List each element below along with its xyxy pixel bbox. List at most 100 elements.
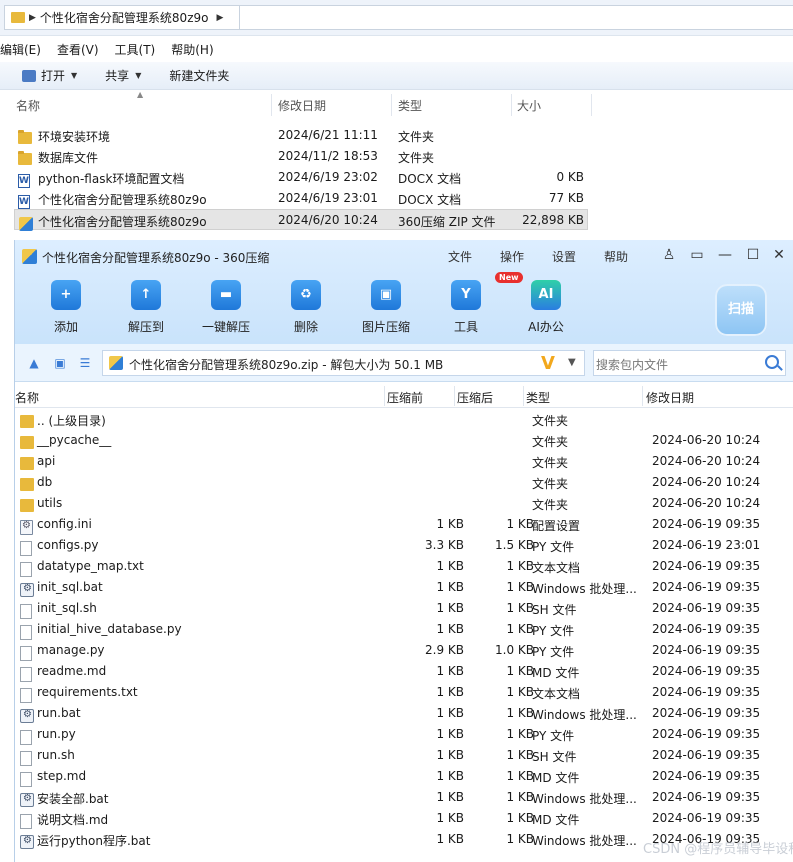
archive-row[interactable]: api 文件夹 2024-06-20 10:24	[15, 451, 793, 472]
archive-row[interactable]: utils 文件夹 2024-06-20 10:24	[15, 493, 793, 514]
thumbnail-view-icon[interactable]: ▣	[53, 356, 67, 370]
archive-row[interactable]: run.bat1 KB1 KBWindows 批处理...2024-06-19 …	[15, 703, 793, 724]
add-button[interactable]: + 添加	[31, 280, 101, 336]
column-divider[interactable]	[384, 386, 385, 406]
column-name[interactable]: 名称	[16, 97, 40, 114]
column-divider[interactable]	[271, 94, 272, 116]
v-logo-icon[interactable]: V	[541, 353, 555, 374]
file-name: 个性化宿舍分配管理系统80z9o	[38, 193, 207, 207]
archive-path-box[interactable]: 个性化宿舍分配管理系统80z9o.zip - 解包大小为 50.1 MB V ▼	[102, 350, 585, 376]
chevron-down-icon[interactable]: ▼	[568, 357, 576, 368]
column-divider[interactable]	[454, 386, 455, 406]
archive-row[interactable]: initial_hive_database.py 1 KB 1 KB PY 文件 202…	[15, 619, 793, 640]
archive-row[interactable]: 说明文档.md 1 KB 1 KB MD 文件 2024-06-19 09:35	[15, 808, 793, 829]
entry-size-after: 1 KB	[506, 685, 534, 699]
entry-name: configs.py	[37, 538, 99, 552]
menu-view[interactable]: 查看(V)	[57, 41, 99, 58]
address-bar[interactable]: ▶ 个性化宿舍分配管理系统80z9o ▶	[4, 5, 240, 30]
menu-edit[interactable]: 编辑(E)	[0, 41, 41, 58]
entry-type: 配置设置	[532, 519, 581, 533]
search-icon[interactable]	[765, 355, 779, 369]
archive-row[interactable]: __pycache__ 文件夹 2024-06-20 10:24	[15, 430, 793, 451]
ai-office-icon: AI	[531, 280, 561, 310]
extract-to-button[interactable]: ↑ 解压到	[111, 280, 181, 336]
archive-row[interactable]: run.py 1 KB 1 KB PY 文件 2024-06-19 09:35	[15, 724, 793, 745]
ai-office-button[interactable]: AI AI办公	[511, 280, 581, 336]
archive-row[interactable]: db 文件夹 2024-06-20 10:24	[15, 472, 793, 493]
file-row[interactable]: 数据库文件 2024/11/2 18:53 文件夹	[14, 146, 588, 167]
menu-operation[interactable]: 操作	[500, 248, 524, 265]
entry-size-before: 1 KB	[436, 706, 464, 720]
column-modified[interactable]: 修改日期	[278, 97, 326, 114]
menu-help[interactable]: 帮助(H)	[171, 41, 213, 58]
entry-type: Windows 批处理...	[532, 582, 637, 596]
archive-row[interactable]: datatype_map.txt 1 KB 1 KB 文本文档 2024-06-19 0…	[15, 556, 793, 577]
one-click-extract-button[interactable]: ▬ 一键解压	[191, 280, 261, 336]
archive-row[interactable]: run.sh 1 KB 1 KB SH 文件 2024-06-19 09:35	[15, 745, 793, 766]
file-row[interactable]: 环境安装环境 2024/6/21 11:11 文件夹	[14, 125, 588, 146]
batch-file-icon	[20, 709, 34, 723]
column-divider[interactable]	[391, 94, 392, 116]
file-row[interactable]: W 个性化宿舍分配管理系统80z9o 2024/6/19 23:01 DOCX …	[14, 188, 588, 209]
column-size[interactable]: 大小	[517, 97, 541, 114]
entry-name: run.py	[37, 727, 76, 741]
scan-button[interactable]: 扫描	[715, 284, 767, 336]
tools-button[interactable]: Y New 工具	[431, 272, 523, 336]
archive-row[interactable]: requirements.txt 1 KB 1 KB 文本文档 2024-06-19 0…	[15, 682, 793, 703]
file-row-selected[interactable]: 个性化宿舍分配管理系统80z9o 2024/6/20 10:24 360压缩 Z…	[14, 209, 588, 231]
menu-tools[interactable]: 工具(T)	[115, 41, 156, 58]
entry-size-after: 1 KB	[506, 748, 534, 762]
up-arrow-icon[interactable]: ▲	[27, 356, 41, 370]
entry-size-after: 1 KB	[506, 559, 534, 573]
chevron-right-icon[interactable]: ▶	[29, 13, 36, 23]
entry-size-before: 3.3 KB	[425, 538, 464, 552]
archive-row[interactable]: step.md 1 KB 1 KB MD 文件 2024-06-19 09:35	[15, 766, 793, 787]
delete-button[interactable]: ♻ 删除	[271, 280, 341, 336]
column-type[interactable]: 类型	[398, 97, 422, 114]
column-divider[interactable]	[523, 386, 524, 406]
menu-help[interactable]: 帮助	[604, 248, 628, 265]
column-modified[interactable]: 修改日期	[646, 389, 694, 406]
share-button[interactable]: 共享 ▼	[105, 67, 141, 84]
address-path[interactable]: 个性化宿舍分配管理系统80z9o	[40, 9, 209, 26]
close-icon[interactable]: ✕	[770, 246, 788, 264]
archive-row[interactable]: init_sql.sh 1 KB 1 KB SH 文件 2024-06-19 09:35	[15, 598, 793, 619]
file-size: 77 KB	[548, 191, 584, 205]
entry-size-after: 1.5 KB	[495, 538, 534, 552]
skin-icon[interactable]: ♙	[660, 246, 678, 264]
entry-type: Windows 批处理...	[532, 708, 637, 722]
minimize-icon[interactable]: —	[716, 246, 734, 264]
column-name[interactable]: 名称	[15, 389, 39, 406]
column-compressed-before[interactable]: 压缩前	[387, 389, 423, 406]
archive-row[interactable]: init_sql.bat1 KB1 KBWindows 批处理...2024-0…	[15, 577, 793, 598]
entry-modified: 2024-06-19 09:35	[652, 685, 761, 699]
archive-row[interactable]: config.ini1 KB1 KB配置设置2024-06-19 09:35	[15, 514, 793, 535]
archive-row[interactable]: 安装全部.bat1 KB1 KBWindows 批处理...2024-06-19…	[15, 787, 793, 808]
entry-size-after: 1 KB	[506, 832, 534, 846]
archive-row[interactable]: manage.py 2.9 KB 1.0 KB PY 文件 2024-06-19 09:…	[15, 640, 793, 661]
menu-file[interactable]: 文件	[448, 248, 472, 265]
list-view-icon[interactable]: ☰	[78, 356, 92, 370]
archive-row[interactable]: readme.md 1 KB 1 KB MD 文件 2024-06-19 09:35	[15, 661, 793, 682]
image-compress-button[interactable]: ▣ 图片压缩	[351, 280, 421, 336]
column-type[interactable]: 类型	[526, 389, 550, 406]
file-icon	[20, 772, 32, 787]
archive-row[interactable]: configs.py 3.3 KB 1.5 KB PY 文件 2024-06-19 23…	[15, 535, 793, 556]
column-compressed-after[interactable]: 压缩后	[457, 389, 493, 406]
search-input[interactable]: 搜索包内文件	[593, 350, 786, 376]
open-label: 打开	[41, 69, 66, 83]
file-row[interactable]: W python-flask环境配置文档 2024/6/19 23:02 DOC…	[14, 167, 588, 188]
new-folder-button[interactable]: 新建文件夹	[169, 67, 229, 84]
open-button[interactable]: 打开 ▼	[22, 67, 77, 84]
column-divider[interactable]	[642, 386, 643, 406]
column-divider[interactable]	[511, 94, 512, 116]
maximize-icon[interactable]: ☐	[744, 246, 762, 264]
menu-settings[interactable]: 设置	[552, 248, 576, 265]
feedback-icon[interactable]: ▭	[688, 246, 706, 264]
column-header: ▲ 名称 修改日期 类型 大小	[0, 90, 593, 116]
archive-row[interactable]: .. (上级目录) 文件夹	[15, 409, 793, 430]
column-divider[interactable]	[591, 94, 592, 116]
chevron-right-icon[interactable]: ▶	[216, 13, 223, 23]
entry-modified: 2024-06-19 09:35	[652, 727, 761, 741]
window-title: 个性化宿舍分配管理系统80z9o - 360压缩	[42, 251, 270, 265]
